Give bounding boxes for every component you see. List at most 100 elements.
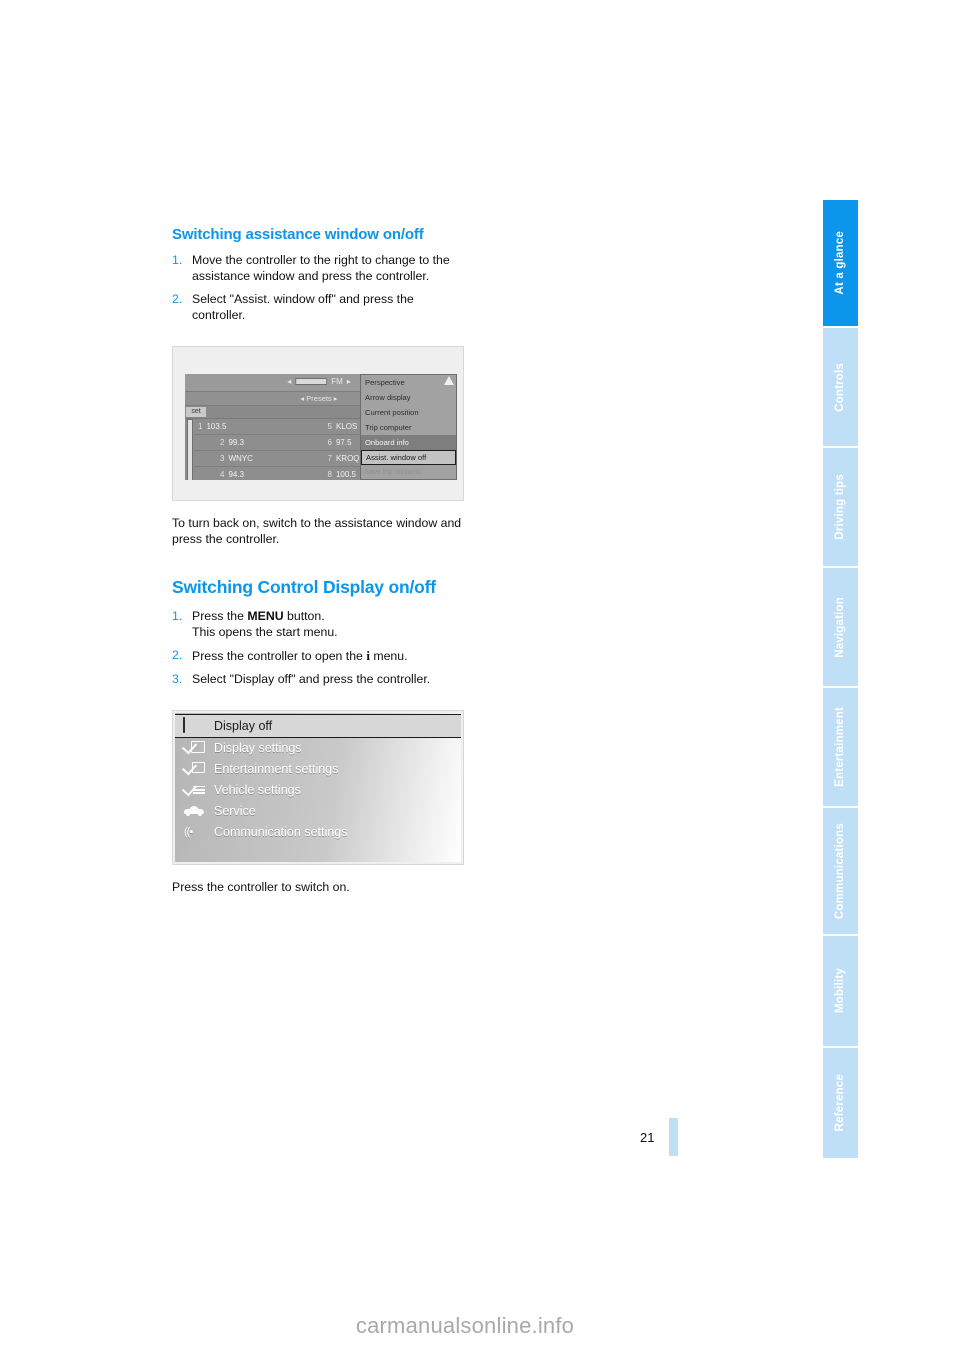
- step-text: Move the controller to the right to chan…: [192, 253, 450, 284]
- preset-key: 6: [327, 437, 332, 447]
- sidebar-item-navigation[interactable]: Navigation: [823, 568, 858, 688]
- figure-frame: ◂ FM ▸ ◂ Presets ▸ set 1 103.5 5 KLOS 2 …: [172, 345, 464, 501]
- preset-value: KLOS: [335, 421, 358, 431]
- scroll-up-arrow-icon[interactable]: [444, 375, 454, 385]
- step-text-suffix: button.: [283, 609, 325, 624]
- preset-value: WNYC: [228, 453, 253, 463]
- assistance-steps-list: 1. Move the controller to the right to c…: [172, 253, 464, 323]
- preset-value: 94.3: [228, 469, 245, 479]
- page-title-control-display: Switching Control Display on/off: [172, 577, 436, 598]
- tab-label: Communications: [834, 822, 846, 920]
- control-display-steps-list: 1. Press the MENU button. This opens the…: [172, 609, 464, 687]
- start-menu-mock: Display off Display settings Entertainme…: [175, 712, 461, 862]
- list-item: 1. Press the MENU button. This opens the…: [172, 609, 464, 641]
- step-text: Select "Display off" and press the contr…: [192, 672, 431, 687]
- scrollbar[interactable]: [187, 418, 193, 480]
- preset-value: 97.5: [335, 437, 352, 447]
- sidebar-item-entertainment[interactable]: Entertainment: [823, 688, 858, 808]
- figure-assistance-window: ◂ FM ▸ ◂ Presets ▸ set 1 103.5 5 KLOS 2 …: [172, 345, 464, 501]
- menu-button-label: MENU: [247, 609, 284, 624]
- preset-key: 3: [220, 453, 225, 463]
- step-text-suffix: menu.: [369, 649, 408, 664]
- step-text-prefix: Press the controller to open the: [192, 649, 367, 664]
- menu-item-display-settings[interactable]: Display settings: [175, 738, 461, 759]
- preset-value: 100.5: [335, 469, 356, 479]
- presets-label: Presets: [306, 393, 332, 403]
- menu-item-assist-window-off[interactable]: Assist. window off: [361, 449, 456, 465]
- preset-key: 8: [327, 469, 332, 479]
- menu-item-label: Vehicle settings: [214, 783, 301, 798]
- menu-item-entertainment-settings[interactable]: Entertainment settings: [175, 759, 461, 780]
- menu-item-label: Display settings: [214, 741, 302, 756]
- tab-label: At a glance: [834, 231, 846, 295]
- sidebar-item-reference[interactable]: Reference: [823, 1048, 858, 1158]
- tab-label: Entertainment: [834, 707, 846, 787]
- tab-label: Controls: [834, 362, 846, 412]
- page-footer: 21: [640, 1118, 679, 1156]
- preset-value: KROQ: [335, 453, 360, 463]
- step-number: 1.: [172, 253, 183, 268]
- list-item: 2. Press the controller to open the i me…: [172, 648, 464, 665]
- sidebar-item-driving-tips[interactable]: Driving tips: [823, 448, 858, 568]
- manual-page: At a glance Controls Driving tips Naviga…: [0, 0, 960, 1358]
- vehicle-check-icon: [181, 780, 205, 798]
- media-check-icon: [181, 759, 205, 777]
- menu-item-label: Communication settings: [214, 825, 348, 840]
- figure-frame: Display off Display settings Entertainme…: [172, 709, 464, 865]
- menu-item-arrow-display[interactable]: Arrow display: [361, 390, 456, 405]
- step-number: 2.: [172, 648, 183, 663]
- band-indicator: ◂ FM ▸: [287, 376, 351, 386]
- sidebar-item-at-a-glance[interactable]: At a glance: [823, 200, 858, 328]
- car-icon: [183, 804, 205, 819]
- preset-key: 5: [327, 421, 332, 431]
- section-tab-rail: At a glance Controls Driving tips Naviga…: [823, 200, 858, 1158]
- preset-cell: 1 103.5: [194, 419, 324, 434]
- menu-item-current-position[interactable]: Current position: [361, 405, 456, 420]
- menu-item-trip-computer[interactable]: Trip computer: [361, 420, 456, 435]
- step-number: 3.: [172, 672, 183, 687]
- page-number-bar: [669, 1118, 679, 1156]
- control-display-switch-on-text: Press the controller to switch on.: [172, 879, 350, 894]
- step-text-secondline: This opens the start menu.: [192, 625, 338, 640]
- signal-icon: ((▪: [184, 825, 193, 838]
- preset-value: 99.3: [228, 437, 245, 447]
- set-button[interactable]: set: [186, 406, 206, 417]
- step-number: 2.: [172, 292, 183, 307]
- tab-label: Navigation: [834, 596, 846, 658]
- list-item: 2. Select "Assist. window off" and press…: [172, 292, 464, 324]
- list-item: 1. Move the controller to the right to c…: [172, 253, 464, 285]
- menu-item-communication-settings[interactable]: ((▪ Communication settings: [175, 822, 461, 843]
- preset-key: 4: [220, 469, 225, 479]
- page-content: Switching assistance window on/off 1. Mo…: [172, 226, 464, 896]
- menu-item-onboard-info[interactable]: Onboard info: [361, 434, 456, 450]
- assistance-context-menu: Perspective Arrow display Current positi…: [360, 373, 457, 480]
- preset-key: 2: [220, 437, 225, 447]
- watermark: carmanualsonline.info: [355, 1313, 575, 1338]
- step-text-prefix: Press the: [192, 609, 248, 624]
- menu-item-perspective[interactable]: Perspective: [361, 375, 456, 390]
- display-check-icon: [181, 738, 205, 756]
- band-label: FM: [331, 376, 343, 386]
- sidebar-item-controls[interactable]: Controls: [823, 328, 858, 448]
- page-title-assistance-window: Switching assistance window on/off: [172, 226, 424, 243]
- sidebar-item-mobility[interactable]: Mobility: [823, 936, 858, 1048]
- menu-item-service[interactable]: Service: [175, 801, 461, 822]
- step-number: 1.: [172, 609, 183, 624]
- preset-cell: 4 94.3: [194, 467, 324, 480]
- menu-item-label: Service: [214, 804, 256, 819]
- tab-label: Reference: [834, 1074, 846, 1132]
- assistance-turn-back-on-text: To turn back on, switch to the assistanc…: [172, 515, 462, 546]
- step-text: Select "Assist. window off" and press th…: [192, 292, 414, 322]
- menu-item-display-off[interactable]: Display off: [175, 713, 461, 738]
- preset-key: 1: [198, 421, 203, 431]
- menu-item-label: Entertainment settings: [214, 762, 339, 777]
- menu-item-partial[interactable]: Save trip contacts: [361, 465, 456, 480]
- sidebar-item-communications[interactable]: Communications: [823, 808, 858, 936]
- preset-cell: 2 99.3: [194, 435, 324, 450]
- preset-key: 7: [327, 453, 332, 463]
- menu-item-vehicle-settings[interactable]: Vehicle settings: [175, 780, 461, 801]
